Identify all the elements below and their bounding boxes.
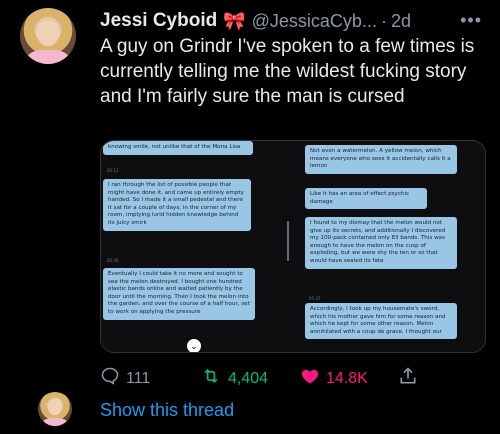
author-avatar[interactable] [20,8,76,64]
handle[interactable]: @JessicaCyb... [252,11,377,32]
avatar-shirt [28,50,68,64]
retweet-button[interactable]: 4,404 [200,366,268,392]
reply-count: 111 [126,370,151,387]
like-count: 14.8K [326,370,368,387]
media-divider [287,221,289,261]
timestamp[interactable]: 2d [391,11,411,32]
screenshot-left: knowing smile, not unlike that of the Mo… [101,141,281,352]
display-name[interactable]: Jessi Cyboid [100,10,217,32]
like-button[interactable]: 14.8K [300,366,368,392]
tweet-actions: 111 4,404 14.8K [100,366,430,392]
share-button[interactable] [398,366,424,392]
thread-avatar[interactable] [38,392,72,426]
reply-button[interactable]: 111 [100,366,150,392]
message-bubble: I found to my dismay that the melon woul… [305,217,457,269]
screenshot-right: Not even a watermelon. A yellow melon, w… [305,141,485,352]
message-bubble: I ran through the list of possible peopl… [103,179,251,231]
retweet-icon [200,366,222,392]
avatar-shirt [43,417,67,426]
more-options-icon[interactable]: ••• [460,10,482,31]
scroll-down-icon[interactable]: ⌄ [187,339,201,352]
dot-separator: · [380,10,387,31]
message-bubble: Like it has an area of effect psychic da… [305,188,427,210]
show-thread-link[interactable]: Show this thread [100,400,234,421]
retweet-count: 4,404 [228,370,269,387]
heart-icon [300,366,320,392]
speech-bubble-icon [100,366,120,392]
tweet-text: A guy on Grindr I've spoken to a few tim… [100,36,475,107]
bow-icon: 🎀 [223,10,246,31]
message-time: 05:47 [309,296,321,301]
tweet-media[interactable]: knowing smile, not unlike that of the Mo… [100,140,486,353]
avatar-face [36,20,60,47]
message-time: 05:12 [107,168,119,173]
avatar-face [48,399,62,416]
message-bubble: Accordingly, I took up my housemate's sw… [305,303,457,340]
share-icon [398,366,418,392]
message-bubble: Eventually I could take it no more and s… [103,268,255,320]
message-bubble: Not even a watermelon. A yellow melon, w… [305,145,457,174]
tweet-header: Jessi Cyboid 🎀 @JessicaCyb... · 2d ••• [100,8,486,34]
message-bubble: knowing smile, not unlike that of the Mo… [103,141,253,155]
message-time: 05:46 [107,258,119,263]
